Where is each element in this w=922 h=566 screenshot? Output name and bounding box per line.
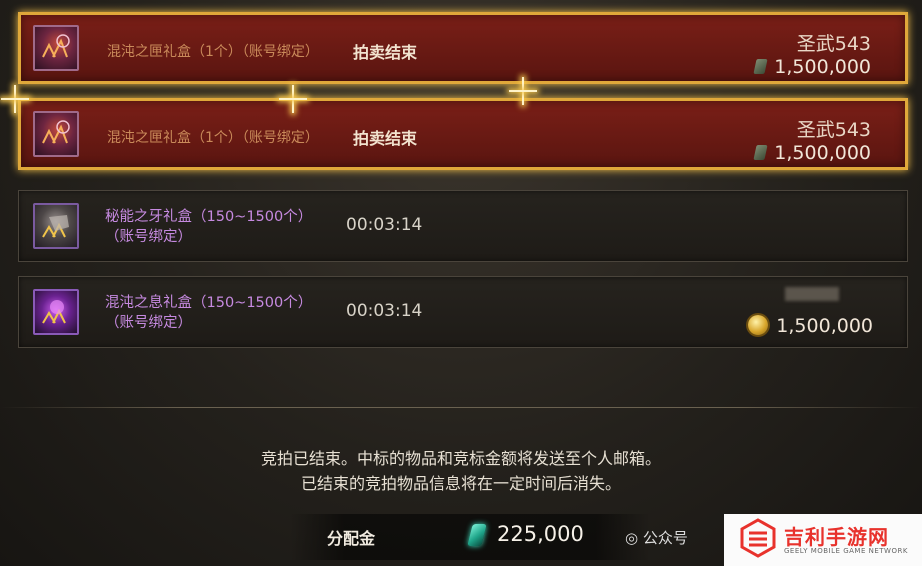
item-name-line2: （账号绑定） bbox=[105, 229, 192, 245]
bid-price-value: 1,500,000 bbox=[776, 315, 873, 337]
auction-timer: 00:03:14 bbox=[346, 301, 423, 321]
item-name-line1: 混沌之息礼盒（150~1500个） bbox=[105, 295, 313, 311]
item-name-line2: （账号绑定） bbox=[105, 315, 192, 331]
auction-timer: 00:03:14 bbox=[346, 215, 423, 235]
watermark-logo-en: GEELY MOBILE GAME NETWORK bbox=[784, 547, 908, 555]
watermark-logo-cn: 吉利手游网 bbox=[784, 525, 889, 549]
auction-row-ended[interactable]: 混沌之匣礼盒（1个）（账号绑定） 拍卖结束 圣武543 1,500,000 bbox=[18, 98, 908, 170]
auction-row-active[interactable]: 混沌之息礼盒（150~1500个） （账号绑定） 00:03:14 1,500,… bbox=[18, 276, 908, 348]
auction-row-ended[interactable]: 混沌之匣礼盒（1个）（账号绑定） 拍卖结束 圣武543 1,500,000 bbox=[18, 12, 908, 84]
distribution-label: 分配金 bbox=[327, 529, 376, 548]
distribution-value: 225,000 bbox=[497, 522, 584, 546]
notice-line-1: 竞拍已结束。中标的物品和竞标金额将发送至个人邮箱。 bbox=[260, 449, 661, 468]
gold-coin-icon bbox=[748, 315, 769, 335]
auction-status: 拍卖结束 bbox=[353, 129, 418, 148]
winner-name: 圣武543 bbox=[796, 33, 871, 55]
section-divider bbox=[0, 407, 922, 408]
gem-icon bbox=[753, 145, 768, 160]
arcane-fang-box-item-icon bbox=[33, 203, 79, 249]
winner-name: 圣武543 bbox=[796, 119, 871, 141]
bid-price: 1,500,000 bbox=[748, 315, 873, 337]
item-name: 混沌之匣礼盒（1个）（账号绑定） bbox=[107, 44, 319, 60]
item-name: 混沌之匣礼盒（1个）（账号绑定） bbox=[107, 130, 319, 146]
blurred-bidder-name bbox=[785, 287, 839, 301]
chaos-breath-box-item-icon bbox=[33, 289, 79, 335]
auction-row-active[interactable]: 秘能之牙礼盒（150~1500个） （账号绑定） 00:03:14 bbox=[18, 190, 908, 262]
bid-price-value: 1,500,000 bbox=[774, 56, 871, 78]
item-name: 秘能之牙礼盒（150~1500个） （账号绑定） bbox=[105, 207, 312, 247]
wechat-icon: ◎ bbox=[625, 529, 639, 547]
watermark-text: ◎ 公众号 bbox=[625, 527, 688, 548]
item-name-line1: 秘能之牙礼盒（150~1500个） bbox=[105, 209, 313, 225]
item-name: 混沌之息礼盒（150~1500个） （账号绑定） bbox=[105, 293, 312, 333]
notice-line-2: 已结束的竞拍物品信息将在一定时间后消失。 bbox=[300, 474, 621, 493]
chaos-box-item-icon bbox=[33, 111, 79, 157]
chaos-box-item-icon bbox=[33, 25, 79, 71]
bid-price: 1,500,000 bbox=[753, 142, 871, 164]
watermark-logo: 吉利手游网 GEELY MOBILE GAME NETWORK bbox=[724, 514, 922, 566]
logo-mark-icon bbox=[740, 518, 776, 558]
auction-status: 拍卖结束 bbox=[353, 43, 418, 62]
gem-icon bbox=[753, 59, 768, 74]
watermark-left-label: 公众号 bbox=[642, 529, 688, 547]
bid-price-value: 1,500,000 bbox=[774, 142, 871, 164]
bid-price: 1,500,000 bbox=[753, 56, 871, 78]
